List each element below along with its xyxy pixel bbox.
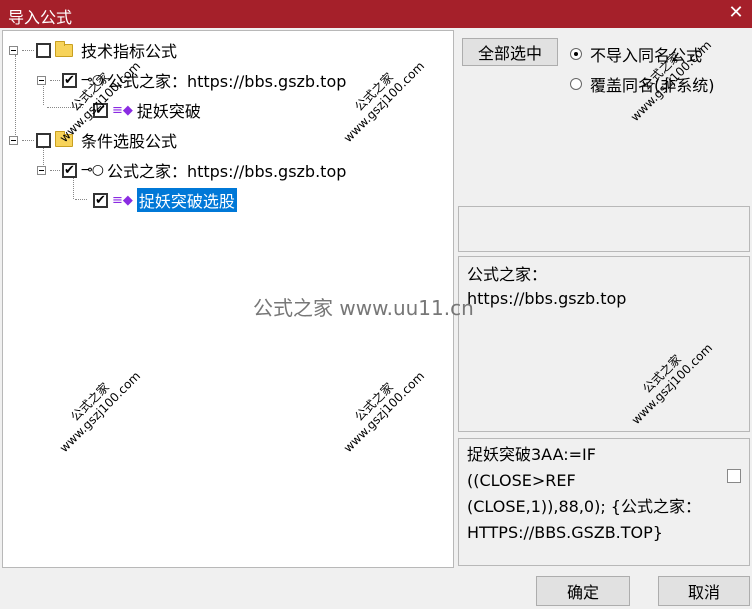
formula-preview-box: 捉妖突破3AA:=IF ((CLOSE>REF (CLOSE,1)),88,0)…: [458, 438, 750, 566]
tree-node-stock-screening[interactable]: 条件选股公式: [9, 127, 177, 153]
empty-info-box: [458, 206, 750, 252]
tree-connector: [75, 199, 87, 200]
collapse-toggle[interactable]: [37, 75, 46, 85]
node-label: 公式之家：https://bbs.gszb.top: [106, 72, 347, 91]
key-icon: ⊸○: [81, 162, 104, 178]
tree-node-formula-2[interactable]: ✔ ≡◆ 捉妖突破选股: [93, 187, 237, 213]
node-checkbox[interactable]: [36, 42, 51, 58]
node-checkbox[interactable]: ✔: [93, 192, 108, 208]
watermark: 公式之家 www.gszj100.com: [56, 368, 144, 456]
collapse-toggle[interactable]: [9, 45, 18, 55]
cancel-button[interactable]: 取消: [658, 576, 750, 606]
description-box: 公式之家： https://bbs.gszb.top 公式之家 www.gszj1…: [458, 256, 750, 432]
tree-connector: [15, 55, 16, 137]
node-label: 捉妖突破: [136, 102, 201, 121]
node-label: 公式之家：https://bbs.gszb.top: [106, 162, 347, 181]
title-bar: 导入公式 ✕: [0, 0, 752, 28]
formula-line: ((CLOSE>REF: [467, 471, 576, 490]
collapse-toggle[interactable]: [9, 135, 18, 145]
description-source-label: 公式之家：: [467, 265, 548, 284]
node-label: 条件选股公式: [81, 132, 178, 151]
collapse-toggle[interactable]: [37, 165, 46, 175]
tree-node-source-2[interactable]: ✔ ⊸○ 公式之家：https://bbs.gszb.top: [37, 157, 346, 183]
radio-button[interactable]: [570, 78, 582, 90]
center-watermark: 公式之家 www.uu11.cn: [253, 296, 474, 320]
description-source-url: https://bbs.gszb.top: [467, 289, 627, 308]
window-title: 导入公式: [8, 8, 73, 27]
formula-line: HTTPS://BBS.GSZB.TOP}: [467, 523, 663, 542]
formula-gem-icon: ≡◆: [112, 192, 133, 208]
watermark: 公式之家 www.gszj100.com: [340, 368, 428, 456]
formula-line: (CLOSE,1)),88,0); {公式之家：: [467, 497, 701, 516]
node-checkbox[interactable]: ✔: [62, 72, 77, 88]
formula-line: 捉妖突破3AA:=IF: [467, 445, 596, 464]
node-checkbox[interactable]: ✔: [62, 162, 77, 178]
select-all-button[interactable]: 全部选中: [462, 38, 558, 66]
close-icon[interactable]: ✕: [726, 3, 746, 23]
watermark: 公式之家 www.gszj100.com: [340, 58, 428, 146]
radio-button[interactable]: [570, 48, 582, 60]
folder-icon: [55, 40, 73, 57]
tree-node-tech-indicators[interactable]: 技术指标公式: [9, 37, 177, 63]
preview-checkbox[interactable]: [727, 469, 741, 483]
ok-button[interactable]: 确定: [536, 576, 630, 606]
watermark: 公式之家 www.gszj100.com: [628, 340, 716, 428]
node-checkbox[interactable]: [36, 132, 51, 148]
formula-gem-icon: ≡◆: [112, 102, 133, 118]
node-label-selected: 捉妖突破选股: [136, 188, 237, 212]
